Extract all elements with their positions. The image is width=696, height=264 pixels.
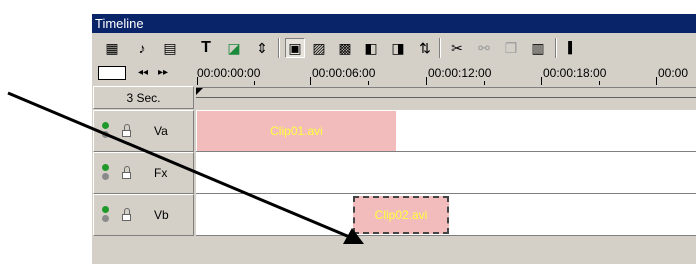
annotation-arrow [7, 91, 364, 244]
